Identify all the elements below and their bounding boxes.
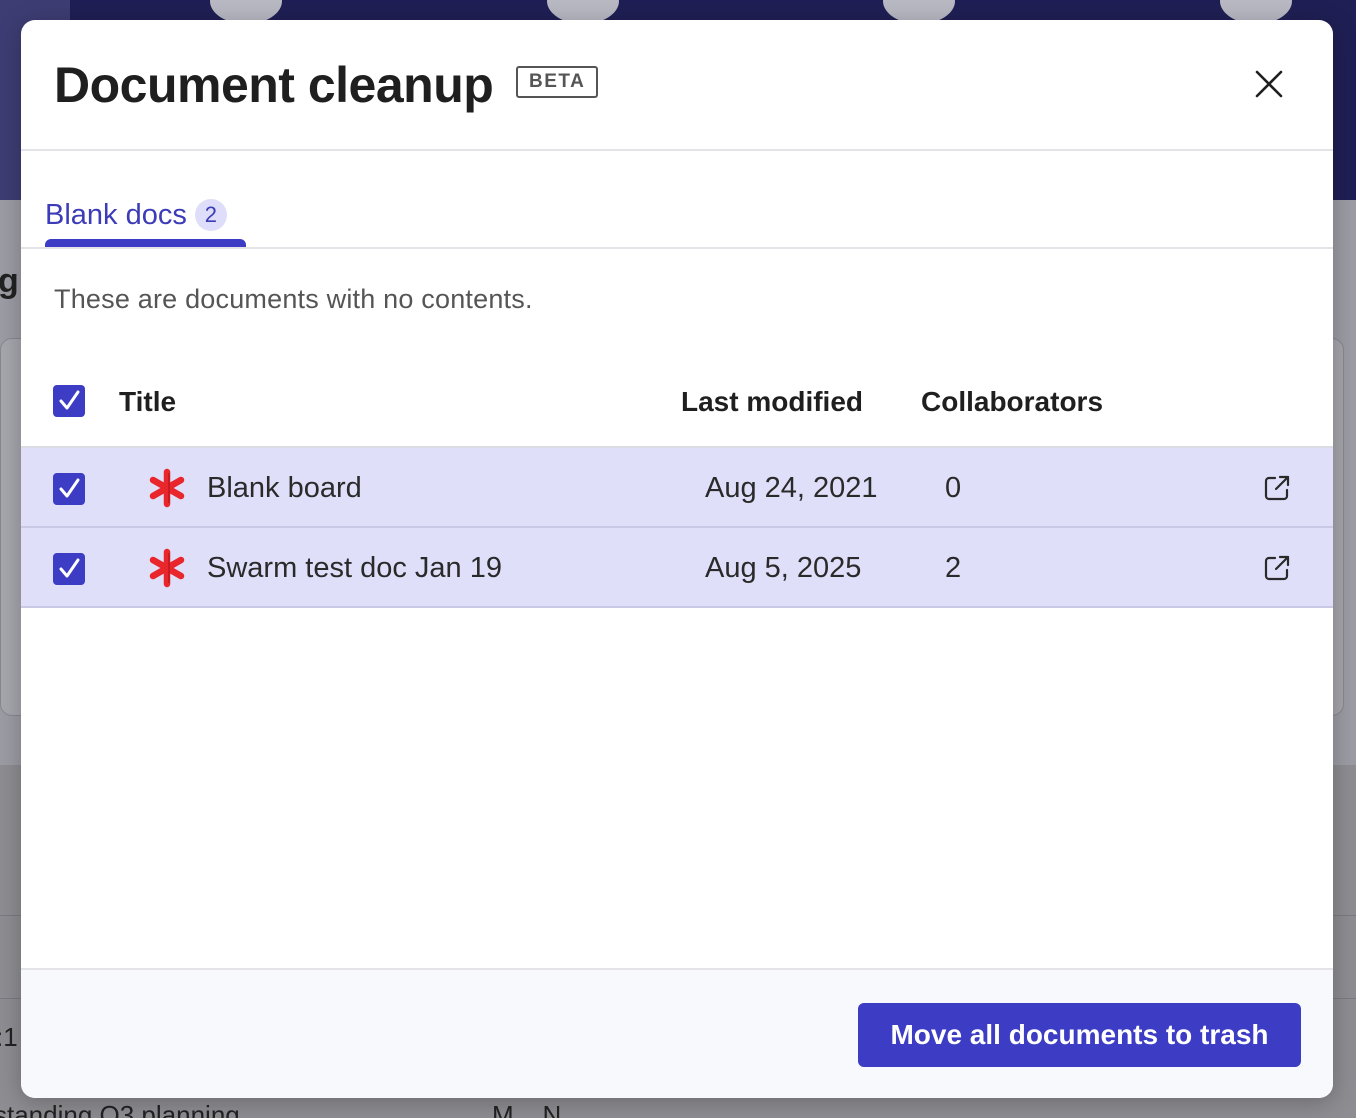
background-text-fragment: g — [0, 262, 19, 300]
column-header-last-modified[interactable]: Last modified — [681, 386, 863, 418]
tab-description: These are documents with no contents. — [54, 284, 533, 314]
background-text-fragment: M... N... — [492, 1100, 583, 1118]
select-all-checkbox[interactable] — [53, 385, 85, 417]
table-row[interactable]: Blank board Aug 24, 2021 0 — [21, 448, 1333, 528]
move-all-to-trash-button[interactable]: Move all documents to trash — [858, 1003, 1301, 1067]
dialog-header: Document cleanup BETA — [21, 20, 1333, 151]
collaborator-count: 2 — [945, 552, 962, 584]
collaborator-count: 0 — [945, 472, 962, 504]
checkmark-icon — [59, 390, 80, 410]
close-button[interactable] — [1249, 64, 1289, 104]
column-header-title[interactable]: Title — [119, 386, 176, 418]
close-icon — [1255, 70, 1283, 98]
row-checkbox[interactable] — [53, 473, 85, 505]
last-modified-date: Aug 24, 2021 — [705, 472, 878, 504]
table-row[interactable]: Swarm test doc Jan 19 Aug 5, 2025 2 — [21, 528, 1333, 608]
table-header: Title Last modified Collaborators — [21, 364, 1333, 448]
tab-count-badge: 2 — [194, 199, 227, 231]
board-asterisk-icon — [149, 548, 185, 588]
active-tab-indicator — [45, 239, 246, 247]
open-external-icon[interactable] — [1263, 554, 1291, 582]
dialog-title: Document cleanup — [54, 57, 494, 113]
document-cleanup-dialog: Document cleanup BETA Blank docs 2 These… — [21, 20, 1333, 1098]
checkmark-icon — [59, 558, 80, 578]
open-external-icon[interactable] — [1263, 474, 1291, 502]
board-asterisk-icon — [149, 468, 185, 508]
background-text-fragment: :1 — [0, 1022, 18, 1052]
background-text-fragment: standing Q3 planning — [0, 1100, 240, 1118]
beta-badge: BETA — [516, 66, 599, 98]
tab-bar: Blank docs 2 — [21, 151, 1333, 249]
last-modified-date: Aug 5, 2025 — [705, 552, 862, 584]
checkmark-icon — [59, 478, 80, 498]
column-header-collaborators[interactable]: Collaborators — [921, 386, 1103, 418]
tab-label: Blank docs — [45, 199, 187, 231]
document-title[interactable]: Blank board — [207, 472, 362, 505]
document-title[interactable]: Swarm test doc Jan 19 — [207, 552, 502, 585]
dialog-footer: Move all documents to trash — [21, 968, 1333, 1098]
row-checkbox[interactable] — [53, 553, 85, 585]
